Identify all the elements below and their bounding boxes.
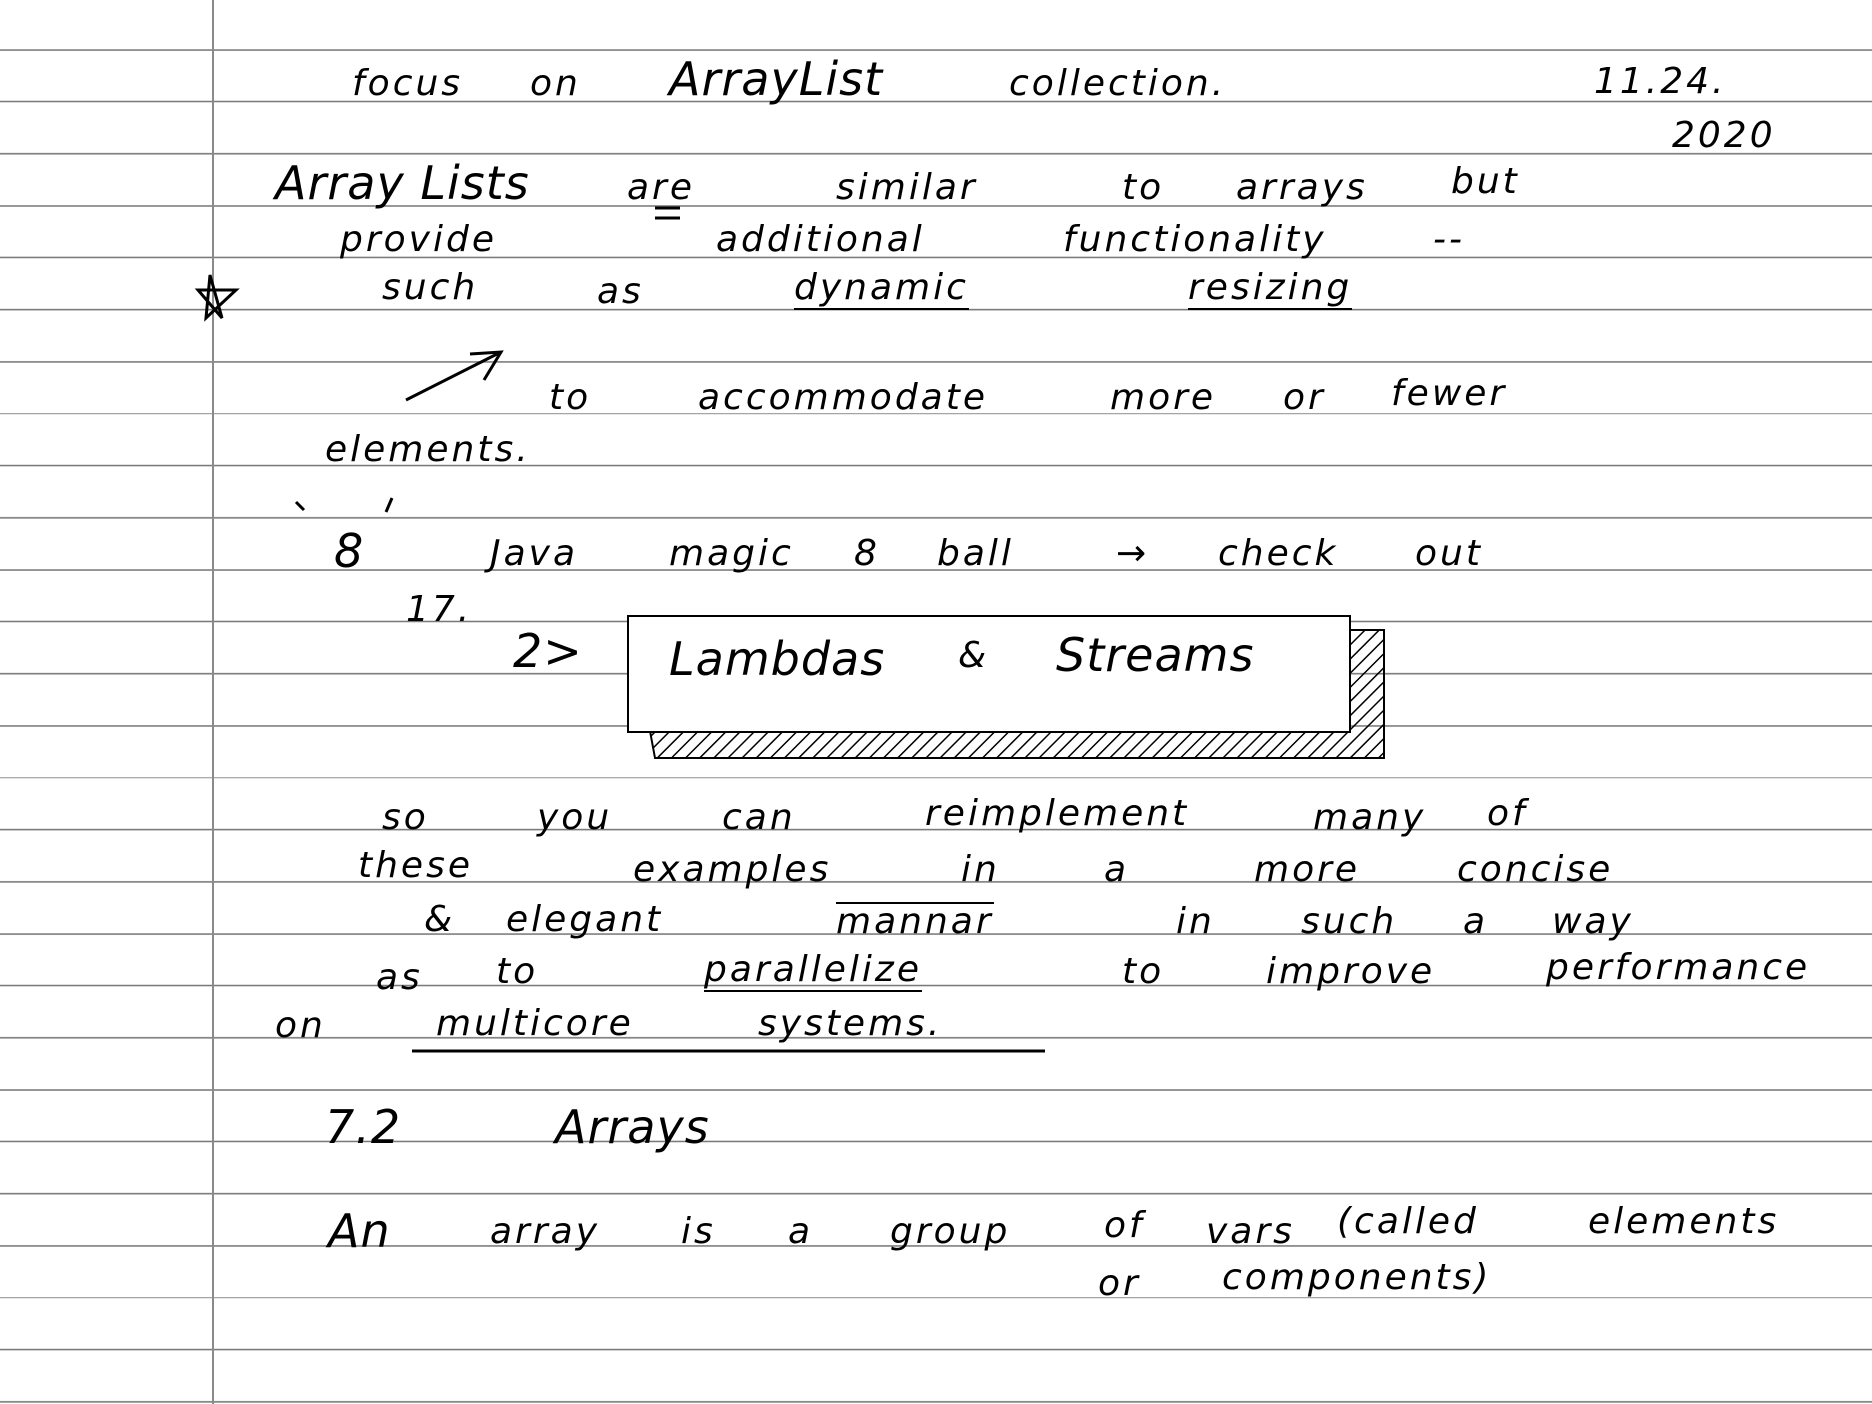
word: & (424, 899, 456, 940)
word: as (376, 957, 423, 998)
word: (called (1337, 1201, 1479, 1242)
word: An (328, 1204, 391, 1258)
word: Streams (1056, 628, 1255, 682)
word: elegant (506, 899, 664, 940)
word: components) (1222, 1257, 1492, 1298)
word: of (1487, 793, 1528, 834)
word: more (1254, 849, 1361, 890)
word: performance (1546, 947, 1811, 988)
underlined-word: parallelize (704, 949, 922, 992)
word: or (1098, 1263, 1141, 1304)
word: of (1104, 1205, 1145, 1246)
word: a (1104, 849, 1130, 890)
word: & (958, 635, 990, 676)
word: a (788, 1211, 814, 1252)
word: can (722, 797, 796, 838)
word: systems. (758, 1003, 943, 1044)
word: multicore (436, 1003, 634, 1044)
word: in (1176, 901, 1215, 942)
word: to (496, 951, 539, 992)
word: such (1301, 901, 1398, 942)
double-underline (655, 206, 680, 220)
section-number: 7.2 (325, 1100, 402, 1154)
word: 2> (513, 624, 583, 678)
section-title: Arrays (555, 1100, 710, 1154)
word: examples (633, 849, 832, 890)
word: 17. (406, 589, 473, 630)
word: to (1122, 951, 1165, 992)
word: array (490, 1211, 601, 1252)
word: on (275, 1005, 326, 1046)
word: elements (1588, 1201, 1780, 1242)
word: concise (1457, 849, 1614, 890)
word: Lambdas (669, 632, 886, 686)
word: a (1463, 901, 1489, 942)
word: many (1313, 797, 1427, 838)
word: group (890, 1211, 1011, 1252)
word: improve (1266, 951, 1436, 992)
star-icon (194, 274, 240, 322)
tick-marks (294, 497, 394, 513)
word: in (961, 849, 1000, 890)
word: you (537, 797, 613, 838)
arrow-icon (405, 350, 504, 402)
word: these (358, 845, 473, 886)
word: vars (1206, 1211, 1295, 1252)
word: is (681, 1211, 716, 1252)
word: reimplement (925, 793, 1190, 834)
word: so (382, 797, 429, 838)
word: way (1552, 901, 1634, 942)
overlined-word: mannar (836, 901, 994, 942)
